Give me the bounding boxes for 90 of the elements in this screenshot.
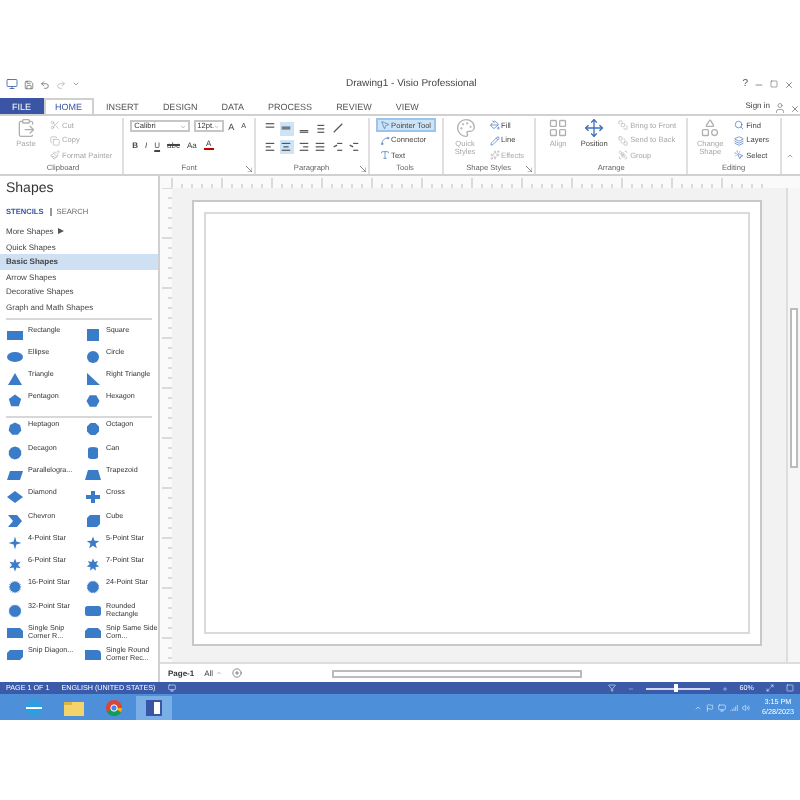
ellipse-icon: [6, 349, 24, 364]
align-icon: [548, 118, 569, 138]
display-icon: [718, 703, 726, 711]
chrome-icon: [102, 697, 126, 717]
connector-icon: [379, 135, 390, 145]
pointer-icon: [379, 120, 390, 130]
cube-icon: [84, 513, 102, 528]
paragraph-button[interactable]: [262, 139, 277, 153]
undo-icon: [40, 79, 50, 89]
paint-bucket-icon: [489, 120, 500, 130]
pentagon-icon: [6, 394, 24, 409]
circle-icon: [84, 349, 102, 364]
search-icon: [734, 120, 745, 130]
add-page-icon: [231, 668, 242, 678]
bullets-icon: [314, 122, 327, 134]
save-icon: [24, 79, 34, 89]
palette-icon: [455, 118, 476, 138]
square-icon: [84, 327, 102, 342]
taskbar-app[interactable]: [136, 695, 172, 719]
text-icon: [379, 150, 390, 160]
avatar-icon: [774, 102, 786, 114]
paragraph-button[interactable]: [347, 139, 362, 153]
arrow-icon: [57, 228, 64, 235]
star-icon: [6, 558, 24, 573]
rectangle-icon: [6, 327, 24, 342]
bring-front-icon: [618, 120, 629, 130]
trapezoid-icon: [84, 467, 102, 482]
scissors-icon: [50, 120, 60, 130]
star-icon: [6, 603, 24, 618]
align-left-icon: [263, 140, 276, 152]
paintbrush-icon: [50, 150, 60, 160]
star-icon: [6, 580, 24, 595]
zoom-out-icon: [627, 685, 634, 691]
decrease-indent-icon: [331, 140, 344, 152]
paragraph-button[interactable]: [296, 139, 311, 153]
decagon-icon: [6, 445, 24, 460]
star-icon: [84, 535, 102, 550]
diagram-app-icon: [142, 697, 166, 717]
paragraph-button[interactable]: [313, 121, 328, 135]
hexagon-icon: [84, 394, 102, 409]
parallelogram-icon: [6, 467, 24, 482]
zoom-in-icon: [721, 685, 728, 691]
position-icon: [584, 118, 605, 138]
redo-icon: [56, 79, 66, 89]
align-middle-icon: [280, 122, 293, 134]
browser-icon: [22, 697, 46, 717]
shapes-icon: [700, 118, 721, 138]
right-triangle-icon: [84, 372, 102, 387]
rotate-text-icon: [331, 122, 344, 134]
app-icon: [6, 78, 18, 90]
align-top-icon: [263, 122, 276, 134]
minimize-icon: [754, 79, 764, 89]
pencil-icon: [489, 135, 500, 145]
star-icon: [6, 535, 24, 550]
paragraph-button[interactable]: [279, 121, 294, 135]
paragraph-button[interactable]: [330, 139, 345, 153]
paragraph-button[interactable]: [330, 121, 345, 135]
star-icon: [84, 558, 102, 573]
chevron-icon: [6, 513, 24, 528]
send-back-icon: [618, 135, 629, 145]
triangle-icon: [6, 372, 24, 387]
vertical-scrollbar[interactable]: [786, 188, 800, 662]
justify-icon: [314, 140, 327, 152]
horizontal-scrollbar[interactable]: [331, 669, 582, 677]
launcher-icon[interactable]: [246, 166, 253, 172]
octagon-icon: [84, 422, 102, 437]
flag-icon: [706, 703, 714, 711]
cylinder-icon: [84, 445, 102, 460]
paragraph-button[interactable]: [279, 139, 294, 153]
cross-icon: [84, 490, 102, 505]
diamond-icon: [6, 490, 24, 505]
paragraph-button[interactable]: [313, 139, 328, 153]
group-icon: [618, 150, 629, 160]
heptagon-icon: [6, 422, 24, 437]
select-icon: [734, 150, 745, 160]
copy-icon: [50, 135, 60, 145]
folder-icon: [62, 697, 86, 717]
increase-indent-icon: [348, 140, 361, 152]
sparkle-icon: [489, 150, 500, 160]
maximize-icon: [770, 80, 778, 88]
launcher-icon[interactable]: [526, 166, 533, 172]
launcher-icon[interactable]: [359, 166, 366, 172]
align-right-icon: [297, 140, 310, 152]
rounded-rectangle-icon: [84, 603, 102, 618]
layers-icon: [734, 135, 745, 145]
clipboard-icon: [16, 118, 36, 138]
signal-icon: [730, 703, 738, 711]
align-center-icon: [280, 140, 293, 152]
star-icon: [84, 580, 102, 595]
volume-icon: [742, 703, 750, 711]
